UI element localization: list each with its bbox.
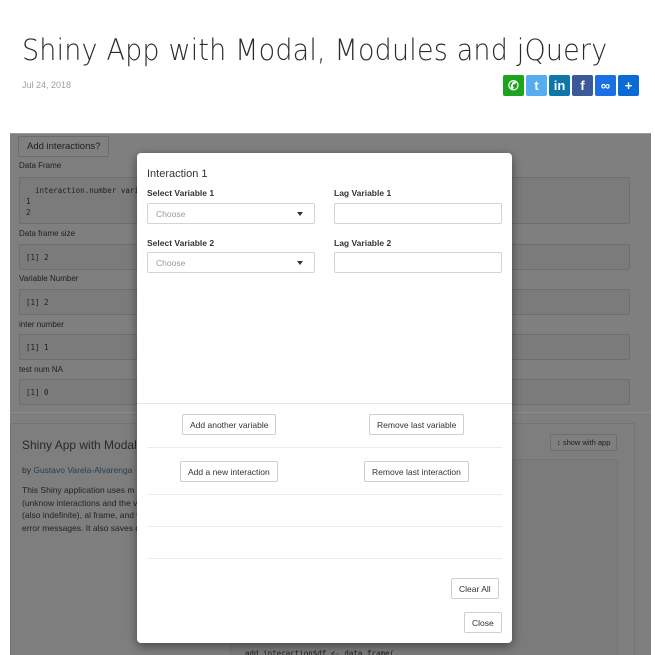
- select-variable-1[interactable]: Choose: [147, 203, 315, 224]
- divider: [147, 494, 502, 495]
- lag-variable-2-label: Lag Variable 2: [334, 238, 392, 248]
- caret-down-icon: [297, 212, 303, 216]
- share-copy-link-button[interactable]: ∞: [595, 75, 616, 96]
- share-more-button[interactable]: +: [618, 75, 639, 96]
- link-icon: ∞: [600, 78, 611, 93]
- code-line: add.interaction$df <- data.frame(: [245, 649, 395, 655]
- linkedin-icon: in: [553, 78, 566, 93]
- share-buttons: ✆ t in f ∞ +: [503, 75, 639, 96]
- select-placeholder: Choose: [156, 258, 186, 268]
- output-label: test num NA: [19, 365, 64, 374]
- show-with-app-button[interactable]: ↕ show with app: [550, 434, 618, 451]
- show-with-app-label: show with app: [562, 438, 611, 447]
- share-whatsapp-button[interactable]: ✆: [503, 75, 524, 96]
- whatsapp-icon: ✆: [508, 77, 519, 93]
- divider: [147, 447, 502, 448]
- add-interactions-button[interactable]: Add interactions?: [18, 136, 110, 157]
- share-twitter-button[interactable]: t: [526, 75, 547, 96]
- by-label: by: [22, 465, 34, 475]
- select-variable-2-label: Select Variable 2: [147, 238, 215, 248]
- add-new-interaction-button[interactable]: Add a new interaction: [180, 461, 278, 482]
- output-label: Data frame size: [19, 229, 76, 238]
- clear-all-button[interactable]: Clear All: [451, 578, 499, 599]
- modal-title: Interaction 1: [147, 168, 208, 180]
- lag-variable-2-input[interactable]: [334, 252, 502, 273]
- divider: [147, 558, 502, 559]
- remove-last-variable-button[interactable]: Remove last variable: [369, 414, 465, 435]
- output-label: Data Frame: [19, 161, 62, 170]
- lag-variable-1-input[interactable]: [334, 203, 502, 224]
- output-label: Variable Number: [19, 274, 79, 283]
- interaction-modal: Interaction 1 Select Variable 1 Choose L…: [137, 153, 512, 643]
- close-button[interactable]: Close: [464, 612, 502, 633]
- share-linkedin-button[interactable]: in: [549, 75, 570, 96]
- share-facebook-button[interactable]: f: [572, 75, 593, 96]
- post-date: Jul 24, 2018: [22, 80, 72, 90]
- select-variable-1-label: Select Variable 1: [147, 188, 215, 198]
- post-title: Shiny App with Modal, Modules and jQuery: [22, 33, 608, 67]
- author-link[interactable]: Gustavo Varela-Alvarenga: [33, 465, 132, 475]
- remove-last-interaction-button[interactable]: Remove last interaction: [364, 461, 469, 482]
- divider: [147, 526, 502, 527]
- lag-variable-1-label: Lag Variable 1: [334, 188, 392, 198]
- select-variable-2[interactable]: Choose: [147, 252, 315, 273]
- facebook-icon: f: [580, 78, 585, 93]
- twitter-icon: t: [534, 78, 539, 93]
- divider: [137, 403, 512, 404]
- add-another-variable-button[interactable]: Add another variable: [182, 414, 277, 435]
- select-placeholder: Choose: [156, 209, 186, 219]
- caret-down-icon: [297, 261, 303, 265]
- plus-icon: +: [624, 78, 633, 93]
- output-label: inter number: [19, 320, 64, 329]
- author-line: by Gustavo Varela-Alvarenga: [22, 465, 132, 475]
